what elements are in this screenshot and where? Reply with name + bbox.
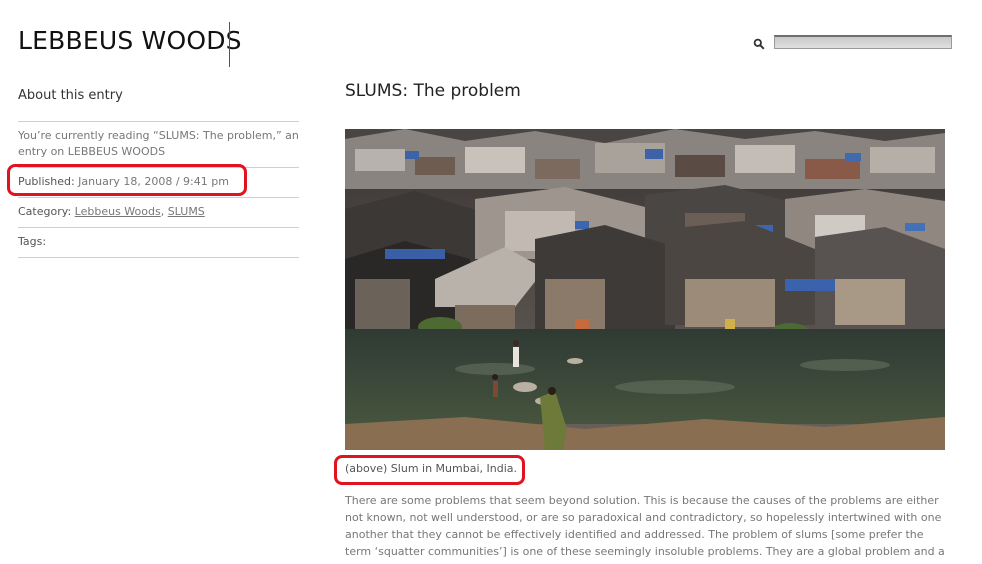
title-divider [229,22,230,67]
tags-row: Tags: [18,227,299,258]
search-input[interactable] [774,35,952,49]
slum-photo [345,129,945,450]
site-title[interactable]: LEBBEUS WOODS [18,26,242,55]
post-title[interactable]: SLUMS: The problem [345,81,521,101]
highlight-photo-caption [334,455,525,485]
reading-info: You’re currently reading “SLUMS: The pro… [18,121,299,167]
post-body: There are some problems that seem beyond… [345,494,945,564]
category-label: Category: [18,205,72,218]
category-row: Category: Lebbeus Woods, SLUMS [18,197,299,227]
search-icon[interactable] [753,38,765,50]
highlight-published-date [7,164,247,196]
category-link-lebbeus-woods[interactable]: Lebbeus Woods [75,205,161,218]
category-separator: , [160,205,168,218]
category-link-slums[interactable]: SLUMS [168,205,205,218]
about-entry-heading: About this entry [18,88,123,103]
tags-label: Tags: [18,235,47,248]
